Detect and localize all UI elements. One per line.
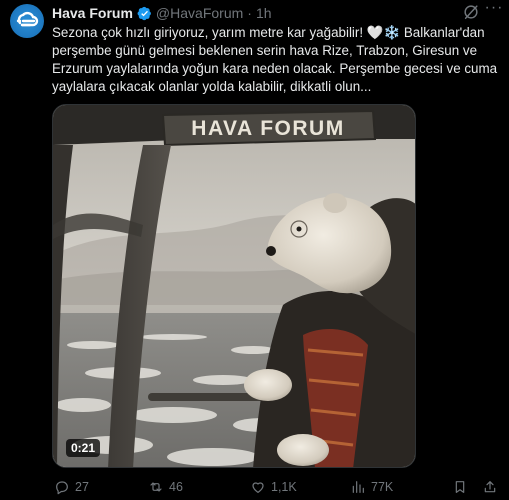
tweet-video[interactable]: HAVA FORUM <box>52 104 416 468</box>
heart-icon <box>252 482 264 493</box>
views-count: 77K <box>371 480 394 494</box>
repost-count: 46 <box>169 480 183 494</box>
tweet-text-line: Erzurum yaylalarında yoğun kara neden ol… <box>52 61 498 76</box>
like-count: 1,1K <box>271 480 297 494</box>
repost-icon <box>150 482 162 492</box>
share-button[interactable] <box>482 476 498 498</box>
hava-forum-sign: HAVA FORUM <box>191 117 344 140</box>
avatar[interactable] <box>10 4 44 38</box>
reply-icon <box>56 481 68 495</box>
author-name[interactable]: Hava Forum <box>52 5 133 21</box>
tweet-actions: 27 46 1,1K 77K <box>52 476 504 498</box>
views-button[interactable]: 77K <box>350 476 393 498</box>
share-icon <box>484 481 496 493</box>
reply-button[interactable]: 27 <box>54 476 89 498</box>
hava-forum-logo-icon <box>16 11 39 27</box>
author-handle[interactable]: @HavaForum <box>156 5 243 21</box>
tweet-text-line: perşembe günü gelmesi beklenen serin hav… <box>52 43 478 58</box>
video-duration-badge: 0:21 <box>66 439 101 457</box>
timestamp[interactable]: 1h <box>256 5 272 21</box>
bookmark-button[interactable] <box>452 476 468 498</box>
like-button[interactable]: 1,1K <box>250 476 297 498</box>
tweet: Hava Forum @HavaForum · 1h ··· Sezona ço… <box>0 0 509 500</box>
views-chart-icon <box>352 481 364 493</box>
tweet-text: Sezona çok hızlı giriyoruz, yarım metre … <box>52 24 504 96</box>
repost-button[interactable]: 46 <box>148 476 183 498</box>
tweet-text-line: Sezona çok hızlı giriyoruz, yarım metre … <box>52 25 485 40</box>
tweet-header: Hava Forum @HavaForum · 1h <box>52 4 469 22</box>
more-options-icon[interactable]: ··· <box>484 0 504 21</box>
verified-badge-icon <box>137 6 151 20</box>
tweet-text-line: yaylalara çıkacak olanlar yolda kalabili… <box>52 79 372 94</box>
bookmark-icon <box>455 481 465 493</box>
separator-dot: · <box>247 5 252 21</box>
video-frame-polar-bear-helicopter: HAVA FORUM <box>53 105 415 467</box>
reply-count: 27 <box>75 480 89 494</box>
grok-icon[interactable] <box>462 3 480 21</box>
